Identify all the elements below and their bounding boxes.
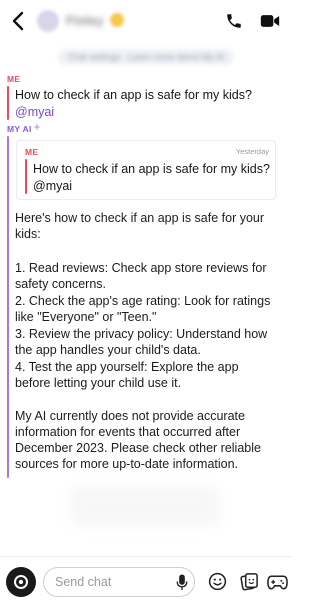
video-camera-icon[interactable] [260,13,280,29]
contact-name[interactable]: Finley [66,13,104,28]
typing-placeholder [70,486,220,526]
quote-text: How to check if an app is safe for my ki… [33,162,270,176]
ai-disclaimer-line: information for events that occurred aft… [15,425,241,439]
ai-step-line: 1. Read reviews: Check app store reviews… [15,261,267,275]
sender-label-my-ai: MY AI [7,124,32,134]
ai-disclaimer-line: December 2023. Please check other reliab… [15,441,261,455]
contact-avatar[interactable] [37,10,59,32]
ai-step-line: the app handles your child's data. [15,343,201,357]
smiley-icon[interactable] [208,572,227,591]
ai-step-line: 4. Test the app yourself: Explore the ap… [15,360,239,374]
chat-composer [0,556,292,600]
chat-notice-text[interactable]: Chat settings · Learn more about My AI [57,49,235,65]
chat-notice: Chat settings · Learn more about My AI [0,46,292,68]
ai-step-line: before letting your child use it. [15,376,182,390]
ai-step-line: 3. Review the privacy policy: Understand… [15,327,268,341]
message-bar-me [7,86,9,120]
game-controller-icon[interactable] [267,573,288,591]
friend-emoji-icon [110,13,124,27]
message-bar-my-ai [7,136,9,478]
quote-timestamp: Yesterday [235,147,269,156]
quote-sender-label: ME [25,147,39,157]
sender-label-me: ME [7,74,21,84]
quote-bar [25,159,27,194]
camera-icon [13,574,29,590]
phone-icon[interactable] [225,12,243,30]
user-message-mention[interactable]: @myai [15,104,54,120]
ai-disclaimer-line: My AI currently does not provide accurat… [15,409,245,423]
ai-disclaimer-line: sources for more up-to-date information. [15,457,239,471]
sparkle-icon [33,123,41,131]
ai-step-line: like "Everyone" or "Teen." [15,310,157,324]
user-message-text: How to check if an app is safe for my ki… [15,88,252,102]
ai-step-line: 2. Check the app's age rating: Look for … [15,294,271,308]
ai-step-line: safety concerns. [15,277,107,291]
camera-button[interactable] [6,567,36,597]
send-chat-input[interactable] [43,567,195,597]
quote-mention: @myai [33,179,73,193]
sticker-icon[interactable] [240,572,259,591]
quoted-message-card[interactable]: ME Yesterday How to check if an app is s… [16,140,276,200]
back-chevron-icon[interactable] [9,10,29,32]
chat-header: Finley [0,0,292,42]
ai-intro-line: kids: [15,227,41,241]
microphone-icon[interactable] [176,574,188,591]
ai-intro-line: Here's how to check if an app is safe fo… [15,211,265,225]
